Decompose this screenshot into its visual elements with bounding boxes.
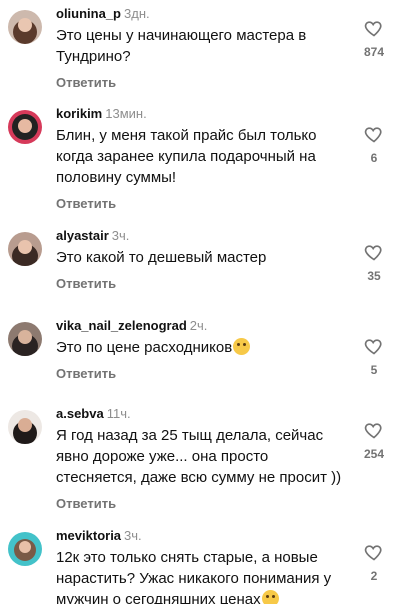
timestamp: 11ч. (106, 406, 131, 421)
avatar[interactable] (8, 232, 42, 266)
reply-button[interactable]: Ответить (56, 496, 116, 511)
like-count: 5 (370, 363, 378, 377)
like-count: 35 (367, 269, 381, 283)
eye-roll-face-icon (261, 590, 279, 604)
comment-text: Это цены у начинающего мастера в Тундрин… (56, 27, 307, 65)
reply-button[interactable]: Ответить (56, 276, 116, 291)
crying-face-icon (233, 338, 251, 355)
username[interactable]: meviktoria (56, 528, 121, 543)
comment-text: 12к это только снять старые, а новые нар… (56, 547, 344, 604)
username[interactable]: a.sebva (56, 406, 104, 421)
timestamp: 2ч. (189, 318, 208, 333)
comment-text: Блин, у меня такой прайс был только когд… (56, 127, 317, 186)
reply-button[interactable]: Ответить (56, 196, 116, 211)
username[interactable]: alyastair (56, 228, 109, 243)
timestamp: 3дн. (124, 6, 150, 21)
timestamp: 13мин. (105, 106, 147, 121)
heart-outline-icon (364, 21, 382, 37)
like-button[interactable]: 2 (356, 542, 392, 583)
like-button[interactable]: 874 (356, 18, 392, 59)
like-button[interactable]: 5 (356, 336, 392, 377)
timestamp: 3ч. (124, 528, 142, 543)
like-count: 2 (370, 569, 378, 583)
reply-button[interactable]: Ответить (56, 75, 116, 90)
like-count: 254 (363, 447, 385, 461)
like-button[interactable]: 35 (356, 242, 392, 283)
like-count: 874 (363, 45, 385, 59)
heart-outline-icon (364, 127, 382, 143)
avatar[interactable] (8, 110, 42, 144)
comment-text: Это по цене расходников (56, 337, 344, 358)
heart-outline-icon (364, 423, 382, 439)
heart-outline-icon (364, 545, 382, 561)
avatar[interactable] (8, 410, 42, 444)
comment-text-body: 12к это только снять старые, а новые нар… (56, 549, 332, 604)
comment-text-body: Это по цене расходников (56, 339, 233, 356)
timestamp: 3ч. (111, 228, 130, 243)
username[interactable]: korikim (56, 106, 102, 121)
comment-text: Это какой то дешевый мастер (56, 249, 267, 266)
avatar[interactable] (8, 322, 42, 356)
comments-feed: oliunina_p 3дн. Это цены у начинающего ма… (0, 0, 406, 604)
comment-text: Я год назад за 25 тыщ делала, сейчас явн… (56, 427, 342, 486)
reply-button[interactable]: Ответить (56, 366, 116, 381)
heart-outline-icon (364, 339, 382, 355)
like-button[interactable]: 6 (356, 124, 392, 165)
username[interactable]: vika_nail_zelenograd (56, 318, 187, 333)
like-count: 6 (370, 151, 378, 165)
username[interactable]: oliunina_p (56, 6, 121, 21)
heart-outline-icon (364, 245, 382, 261)
like-button[interactable]: 254 (356, 420, 392, 461)
avatar[interactable] (8, 532, 42, 566)
avatar[interactable] (8, 10, 42, 44)
